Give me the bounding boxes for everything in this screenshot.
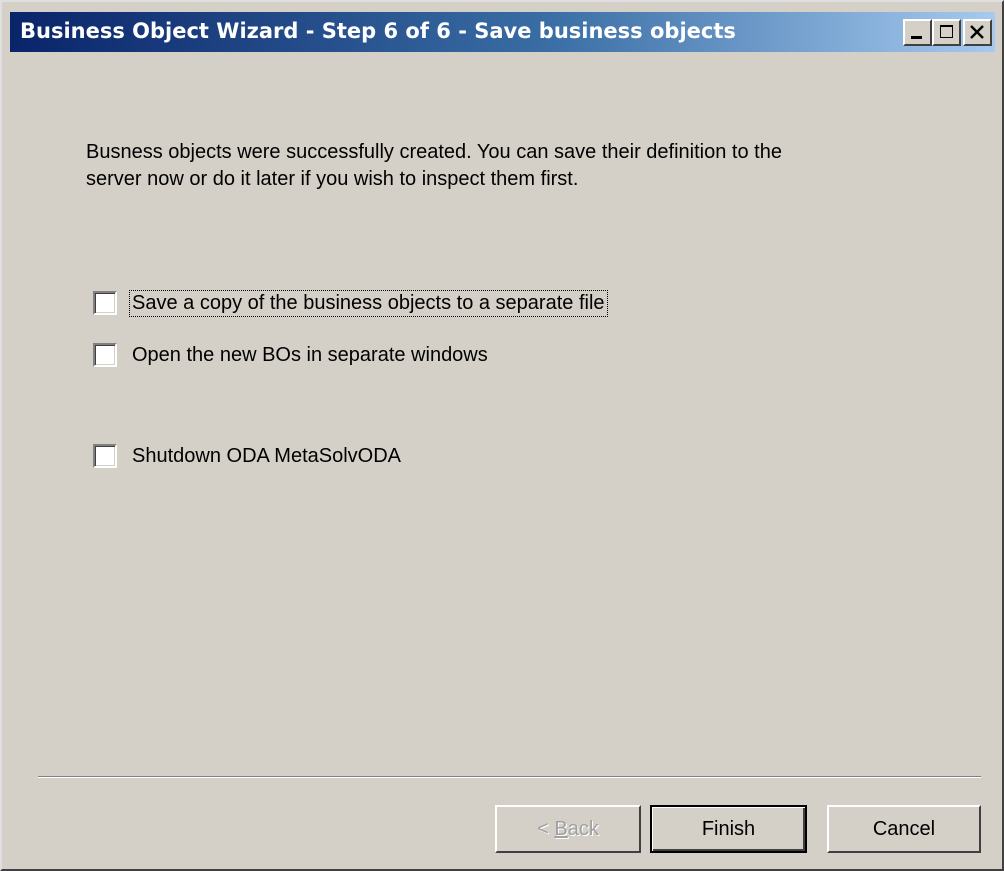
- maximize-icon: [940, 25, 953, 38]
- intro-line-2: server now or do it later if you wish to…: [86, 168, 579, 190]
- title-bar[interactable]: Business Object Wizard - Step 6 of 6 - S…: [10, 12, 995, 52]
- shutdown-oda-checkbox[interactable]: [93, 444, 117, 468]
- back-button[interactable]: < Back: [495, 805, 641, 853]
- close-button[interactable]: [963, 19, 992, 46]
- close-icon: [970, 25, 984, 39]
- wizard-window: Business Object Wizard - Step 6 of 6 - S…: [0, 0, 1004, 871]
- finish-button[interactable]: Finish: [650, 805, 807, 853]
- open-new-bos-checkbox[interactable]: [93, 343, 117, 367]
- back-label-rest: ack: [567, 817, 599, 840]
- save-copy-checkbox[interactable]: [93, 291, 117, 315]
- window-title: Business Object Wizard - Step 6 of 6 - S…: [20, 19, 736, 43]
- minimize-icon: [911, 36, 922, 39]
- back-prefix: <: [537, 817, 555, 840]
- minimize-button[interactable]: [903, 19, 932, 46]
- back-mnemonic: B: [554, 817, 568, 840]
- intro-line-1: Busness objects were successfully create…: [86, 141, 782, 163]
- intro-text: Busness objects were successfully create…: [86, 139, 926, 193]
- maximize-button[interactable]: [932, 19, 961, 46]
- save-copy-option[interactable]: Save a copy of the business objects to a…: [93, 288, 608, 318]
- shutdown-oda-option[interactable]: Shutdown ODA MetaSolvODA: [93, 441, 403, 471]
- open-new-bos-label[interactable]: Open the new BOs in separate windows: [130, 343, 490, 368]
- open-new-bos-option[interactable]: Open the new BOs in separate windows: [93, 340, 490, 370]
- cancel-label: Cancel: [872, 817, 936, 840]
- shutdown-oda-label[interactable]: Shutdown ODA MetaSolvODA: [130, 444, 403, 469]
- save-copy-label[interactable]: Save a copy of the business objects to a…: [129, 289, 608, 317]
- finish-label: Finish: [701, 817, 756, 840]
- cancel-button[interactable]: Cancel: [827, 805, 981, 853]
- footer-separator: [38, 776, 981, 778]
